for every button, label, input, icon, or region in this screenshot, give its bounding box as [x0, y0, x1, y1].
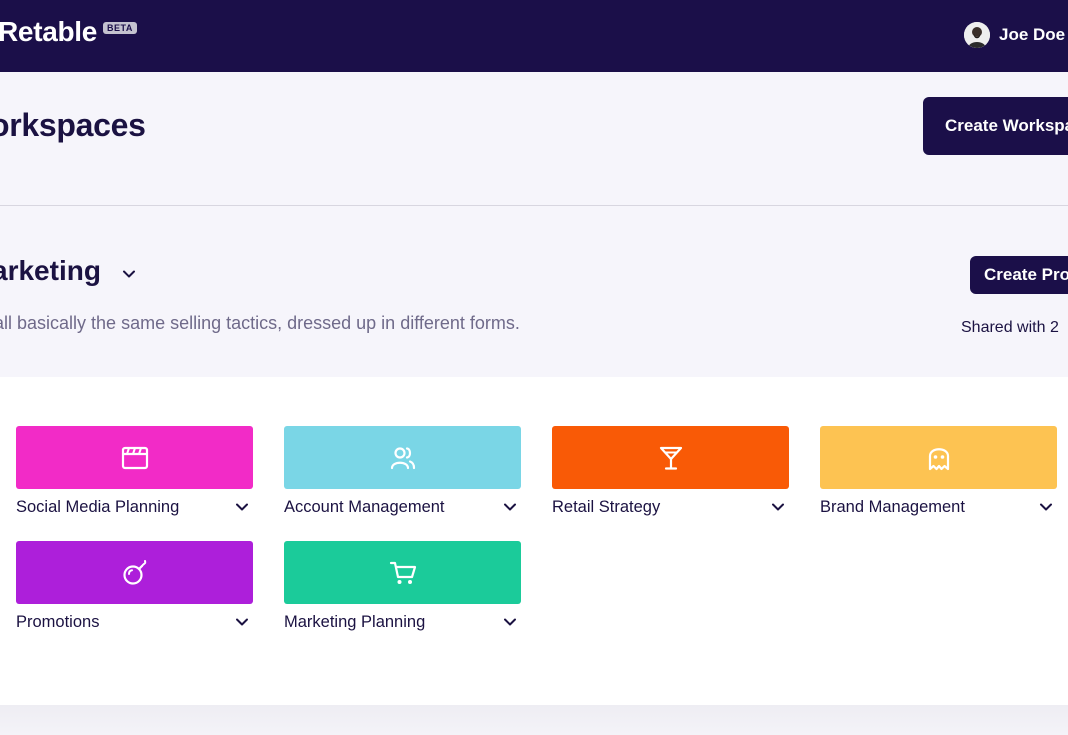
workspace-title: arketing: [0, 255, 101, 286]
project-tile[interactable]: [16, 426, 253, 489]
chevron-down-icon[interactable]: [770, 499, 786, 515]
users-icon: [390, 446, 415, 469]
project-tile[interactable]: [16, 541, 253, 604]
cocktail-glass-icon: [659, 446, 682, 470]
project-name[interactable]: Account Management: [284, 498, 445, 517]
project-name[interactable]: Retail Strategy: [552, 498, 660, 517]
project-tile[interactable]: [284, 541, 521, 604]
project-card-social-media-planning[interactable]: Social Media Planning: [16, 426, 253, 517]
workspace-description: all basically the same selling tactics, …: [0, 313, 520, 333]
project-name[interactable]: Brand Management: [820, 498, 965, 517]
bomb-icon: [122, 559, 146, 585]
project-card-account-management[interactable]: Account Management: [284, 426, 521, 517]
chevron-down-icon[interactable]: [234, 614, 250, 630]
user-avatar[interactable]: [964, 22, 990, 48]
user-name[interactable]: Joe Doe: [999, 25, 1065, 45]
page-title: orkspaces: [0, 107, 146, 143]
beta-badge: BETA: [103, 22, 137, 34]
chevron-down-icon[interactable]: [1038, 499, 1054, 515]
film-clapper-icon: [121, 446, 148, 469]
project-name[interactable]: Promotions: [16, 613, 99, 632]
project-card-retail-strategy[interactable]: Retail Strategy: [552, 426, 789, 517]
user-menu[interactable]: Joe Doe: [964, 21, 1065, 49]
shared-with-text[interactable]: Shared with 2: [961, 319, 1059, 337]
chevron-down-icon[interactable]: [121, 266, 137, 282]
project-tile[interactable]: [552, 426, 789, 489]
ghost-icon: [928, 447, 949, 470]
project-tile[interactable]: [820, 426, 1057, 489]
top-navigation-bar: Retable BETA Joe Doe: [0, 0, 1068, 72]
project-card-marketing-planning[interactable]: Marketing Planning: [284, 541, 521, 632]
chevron-down-icon[interactable]: [502, 499, 518, 515]
project-tile[interactable]: [284, 426, 521, 489]
create-project-button[interactable]: Create Proj: [970, 256, 1068, 294]
next-section-edge: [0, 705, 1068, 735]
app-logo[interactable]: Retable: [0, 16, 97, 48]
project-card-promotions[interactable]: Promotions: [16, 541, 253, 632]
project-card-brand-management[interactable]: Brand Management: [820, 426, 1057, 517]
divider: [0, 205, 1068, 206]
chevron-down-icon[interactable]: [234, 499, 250, 515]
project-name[interactable]: Marketing Planning: [284, 613, 425, 632]
project-name[interactable]: Social Media Planning: [16, 498, 179, 517]
create-workspace-button[interactable]: Create Workspac: [923, 97, 1068, 155]
shopping-cart-icon: [389, 561, 416, 584]
chevron-down-icon[interactable]: [502, 614, 518, 630]
